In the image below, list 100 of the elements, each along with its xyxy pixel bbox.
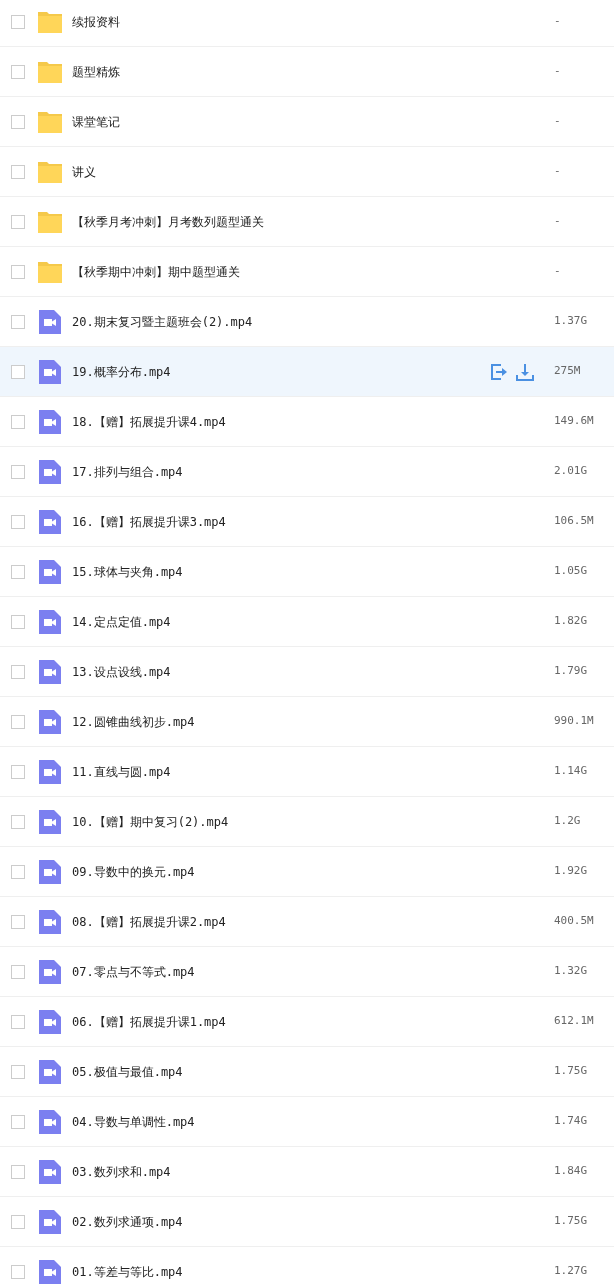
checkbox[interactable] (11, 114, 25, 129)
file-name[interactable]: 01.等差与等比.mp4 (72, 1262, 554, 1281)
video-file-icon (39, 359, 61, 384)
folder-icon (38, 60, 62, 83)
file-size: 1.37G (554, 313, 589, 330)
file-size: - (554, 263, 562, 280)
file-size: 106.5M (554, 513, 595, 530)
file-size: 612.1M (554, 1013, 595, 1030)
video-file-icon (39, 1159, 61, 1184)
file-name[interactable]: 02.数列求通项.mp4 (72, 1212, 554, 1231)
file-size: - (554, 63, 562, 80)
video-file-icon (39, 709, 61, 734)
file-size: 1.92G (554, 863, 589, 880)
checkbox[interactable] (11, 314, 25, 329)
file-name[interactable]: 04.导数与单调性.mp4 (72, 1112, 554, 1131)
file-size: 1.75G (554, 1063, 589, 1080)
video-file-icon (39, 409, 61, 434)
download-icon[interactable] (516, 362, 534, 381)
checkbox[interactable] (11, 664, 25, 679)
file-size: 1.14G (554, 763, 589, 780)
checkbox[interactable] (11, 464, 25, 479)
file-size: 275M (554, 363, 582, 380)
checkbox[interactable] (11, 1114, 25, 1129)
checkbox[interactable] (11, 214, 25, 229)
video-file-icon (39, 859, 61, 884)
file-name[interactable]: 08.【赠】拓展提升课2.mp4 (72, 912, 554, 931)
video-file-icon (39, 559, 61, 584)
file-size: 1.05G (554, 563, 589, 580)
file-name[interactable]: 18.【赠】拓展提升课4.mp4 (72, 412, 554, 431)
checkbox[interactable] (11, 764, 25, 779)
file-name[interactable]: 03.数列求和.mp4 (72, 1162, 554, 1181)
checkbox[interactable] (11, 614, 25, 629)
file-size: 2.01G (554, 463, 589, 480)
checkbox[interactable] (11, 1014, 25, 1029)
checkbox[interactable] (11, 1164, 25, 1179)
checkbox[interactable] (11, 964, 25, 979)
checkbox[interactable] (11, 364, 25, 379)
checkbox[interactable] (11, 714, 25, 729)
checkbox[interactable] (11, 864, 25, 879)
file-name[interactable]: 16.【赠】拓展提升课3.mp4 (72, 512, 554, 531)
file-size: 1.32G (554, 963, 589, 980)
file-size: 990.1M (554, 713, 595, 730)
checkbox[interactable] (11, 414, 25, 429)
video-file-icon (39, 1009, 61, 1034)
file-name[interactable]: 13.设点设线.mp4 (72, 662, 554, 681)
video-file-icon (39, 759, 61, 784)
file-size: - (554, 13, 562, 30)
checkbox[interactable] (11, 264, 25, 279)
checkbox[interactable] (11, 914, 25, 929)
file-name[interactable]: 12.圆锥曲线初步.mp4 (72, 712, 554, 731)
file-size: 149.6M (554, 413, 595, 430)
checkbox[interactable] (11, 14, 25, 29)
file-size: - (554, 213, 562, 230)
video-file-icon (39, 659, 61, 684)
video-file-icon (39, 1209, 61, 1234)
file-name[interactable]: 14.定点定值.mp4 (72, 612, 554, 631)
file-name[interactable]: 19.概率分布.mp4 (72, 362, 490, 381)
file-name[interactable]: 【秋季期中冲刺】期中题型通关 (72, 262, 554, 281)
file-name[interactable]: 06.【赠】拓展提升课1.mp4 (72, 1012, 554, 1031)
file-size: 1.84G (554, 1163, 589, 1180)
file-name[interactable]: 20.期末复习暨主题班会(2).mp4 (72, 312, 554, 331)
file-name[interactable]: 【秋季月考冲刺】月考数列题型通关 (72, 212, 554, 231)
file-name[interactable]: 17.排列与组合.mp4 (72, 462, 554, 481)
checkbox[interactable] (11, 64, 25, 79)
video-file-icon (39, 909, 61, 934)
folder-icon (38, 260, 62, 283)
video-file-icon (39, 959, 61, 984)
checkbox[interactable] (11, 1064, 25, 1079)
file-name[interactable]: 09.导数中的换元.mp4 (72, 862, 554, 881)
file-name[interactable]: 11.直线与圆.mp4 (72, 762, 554, 781)
file-name[interactable]: 15.球体与夹角.mp4 (72, 562, 554, 581)
checkbox[interactable] (11, 1214, 25, 1229)
checkbox[interactable] (11, 814, 25, 829)
file-name[interactable]: 05.极值与最值.mp4 (72, 1062, 554, 1081)
file-name[interactable]: 讲义 (72, 162, 554, 181)
move-icon[interactable] (490, 362, 508, 381)
video-file-icon (39, 1059, 61, 1084)
video-file-icon (39, 1109, 61, 1134)
file-size: - (554, 113, 562, 130)
file-name[interactable]: 续报资料 (72, 12, 554, 31)
video-file-icon (39, 1259, 61, 1284)
file-size: - (554, 163, 562, 180)
video-file-icon (39, 459, 61, 484)
file-name[interactable]: 课堂笔记 (72, 112, 554, 131)
file-size: 1.79G (554, 663, 589, 680)
folder-icon (38, 210, 62, 233)
video-file-icon (39, 809, 61, 834)
file-name[interactable]: 10.【赠】期中复习(2).mp4 (72, 812, 554, 831)
file-size: 1.2G (554, 813, 582, 830)
file-name[interactable]: 07.零点与不等式.mp4 (72, 962, 554, 981)
file-size: 1.75G (554, 1213, 589, 1230)
checkbox[interactable] (11, 164, 25, 179)
file-name[interactable]: 题型精炼 (72, 62, 554, 81)
file-row[interactable]: 19.概率分布.mp4 275M (0, 347, 614, 397)
checkbox[interactable] (11, 514, 25, 529)
checkbox[interactable] (11, 1264, 25, 1279)
checkbox[interactable] (11, 564, 25, 579)
video-file-icon (39, 309, 61, 334)
file-size: 1.82G (554, 613, 589, 630)
file-size: 1.27G (554, 1263, 589, 1280)
